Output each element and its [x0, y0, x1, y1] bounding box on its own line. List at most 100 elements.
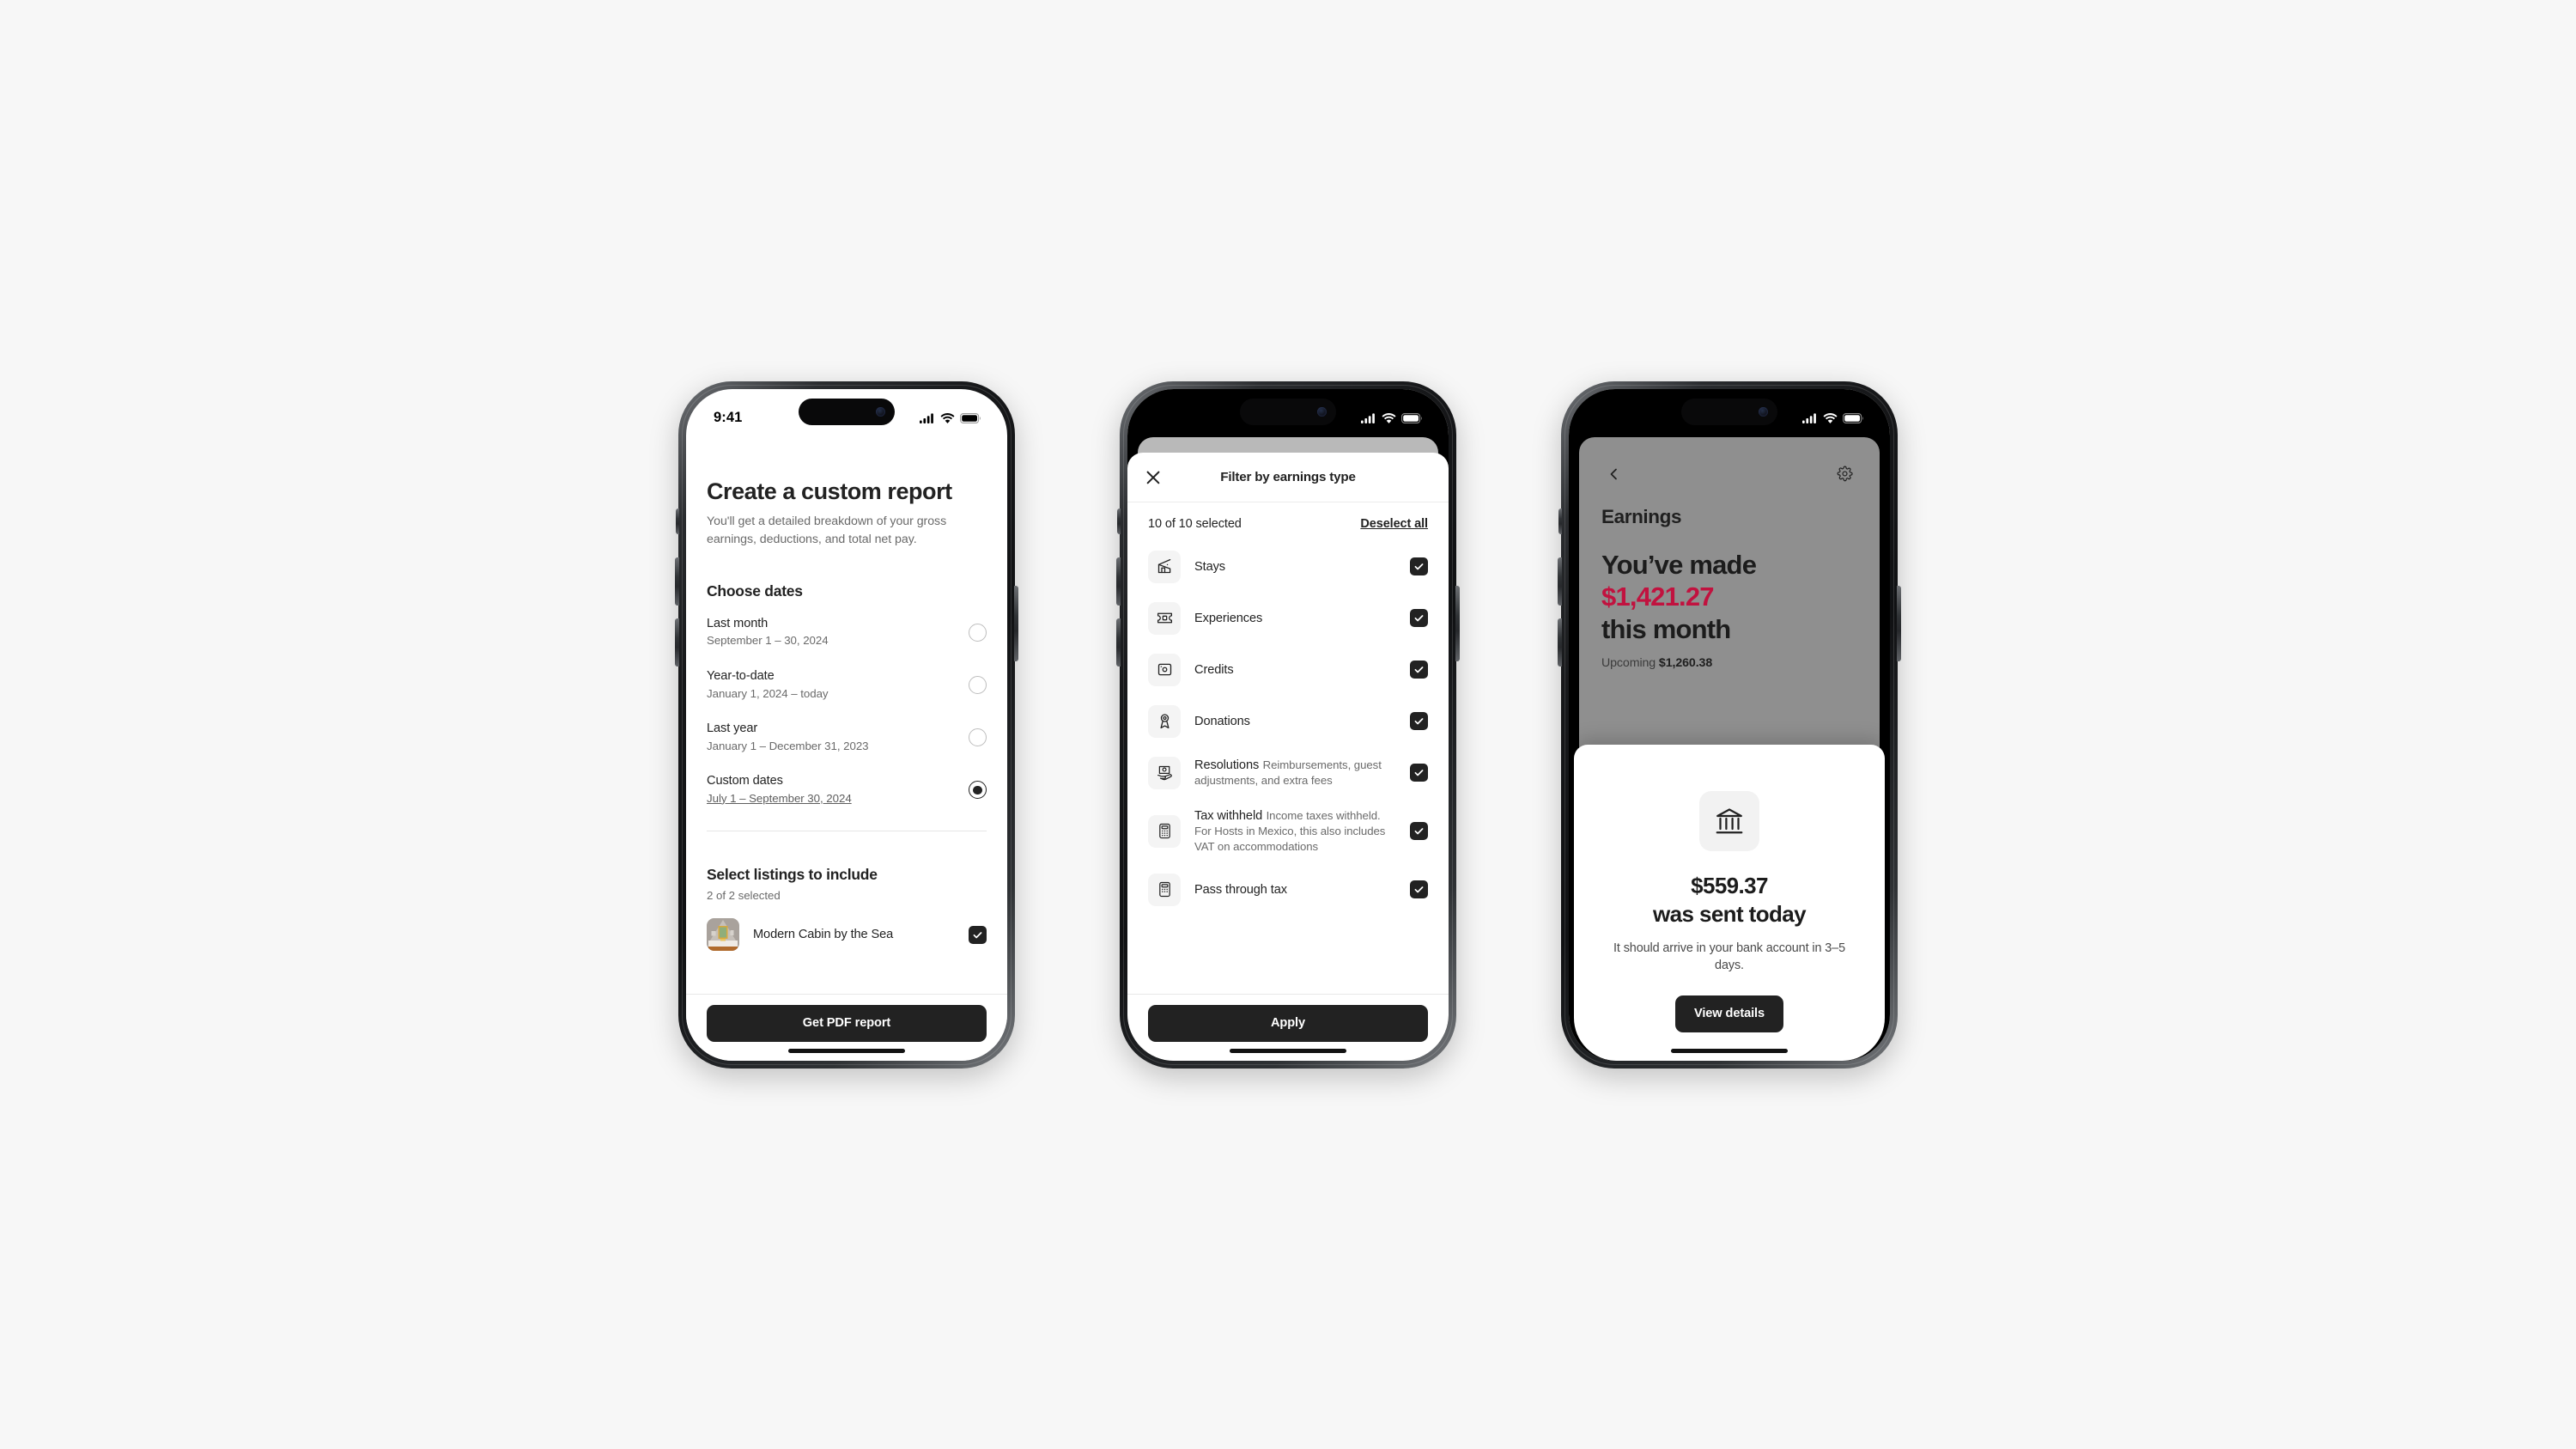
- front-camera-icon: [876, 406, 885, 417]
- page-title: Earnings: [1601, 505, 1682, 527]
- filter-checkbox[interactable]: [1410, 557, 1428, 575]
- filter-row-credits[interactable]: Credits: [1148, 644, 1428, 696]
- silent-switch[interactable]: [676, 508, 679, 534]
- sheet-header: Filter by earnings type: [1127, 453, 1449, 502]
- payout-note: It should arrive in your bank account in…: [1613, 941, 1845, 973]
- filter-row-donations[interactable]: Donations: [1148, 696, 1428, 747]
- selection-bar: 10 of 10 selected Deselect all: [1127, 502, 1449, 541]
- date-option-last-month[interactable]: Last month September 1 – 30, 2024: [707, 606, 987, 658]
- date-option-text: Last year January 1 – December 31, 2023: [707, 721, 869, 753]
- upcoming-earnings: Upcoming $1,260.38: [1601, 656, 1857, 670]
- close-icon[interactable]: [1145, 468, 1162, 485]
- date-option-year-to-date[interactable]: Year-to-date January 1, 2024 – today: [707, 658, 987, 710]
- get-pdf-report-button[interactable]: Get PDF report: [707, 1004, 987, 1042]
- filter-checkbox[interactable]: [1410, 880, 1428, 898]
- hand-receipt-icon: [1148, 756, 1181, 789]
- chevron-left-icon: [1610, 468, 1617, 479]
- volume-down-button[interactable]: [1558, 618, 1562, 667]
- upcoming-label: Upcoming: [1601, 655, 1656, 670]
- back-button[interactable]: [1601, 461, 1627, 487]
- apply-filters-button[interactable]: Apply: [1148, 1004, 1428, 1042]
- volume-up-button[interactable]: [1558, 557, 1562, 606]
- filter-row-experiences[interactable]: Experiences: [1148, 593, 1428, 644]
- volume-up-button[interactable]: [1116, 557, 1121, 606]
- filter-checkbox[interactable]: [1410, 822, 1428, 840]
- earnings-line-2: this month: [1601, 614, 1731, 645]
- filter-label: Credits: [1194, 662, 1234, 677]
- dynamic-island: [1240, 398, 1336, 425]
- filter-label: Experiences: [1194, 611, 1263, 625]
- dynamic-island: [799, 398, 895, 425]
- phone-3-screen: 9:41 Earnings You’ve made $1,421.27 this…: [1569, 388, 1890, 1061]
- filter-sheet: Filter by earnings type 10 of 10 selecte…: [1127, 452, 1449, 1061]
- calculator-icon: [1148, 814, 1181, 848]
- filter-checkbox[interactable]: [1410, 764, 1428, 782]
- view-details-button[interactable]: View details: [1674, 995, 1784, 1032]
- home-indicator[interactable]: [788, 1048, 905, 1053]
- filter-label: Tax withheld: [1194, 808, 1263, 823]
- radio-button[interactable]: [969, 728, 987, 747]
- filter-label: Donations: [1194, 714, 1250, 728]
- payout-summary: $559.37 was sent today: [1595, 872, 1864, 929]
- filter-row-stays[interactable]: Stays: [1148, 541, 1428, 593]
- date-option-last-year[interactable]: Last year January 1 – December 31, 2023: [707, 710, 987, 763]
- create-report-body: Create a custom report You'll get a deta…: [686, 478, 1007, 995]
- filter-row-pass-through-tax[interactable]: Pass through tax: [1148, 864, 1428, 916]
- power-button[interactable]: [1455, 585, 1460, 661]
- phone-2-frame: 9:41 Filter by earnings type 10 of 10 se…: [1116, 381, 1460, 1068]
- home-indicator[interactable]: [1671, 1048, 1788, 1053]
- silent-switch[interactable]: [1117, 508, 1121, 534]
- filter-label: Pass through tax: [1194, 882, 1287, 897]
- select-listings-heading: Select listings to include: [707, 866, 878, 884]
- filter-text: Tax withheld Income taxes withheld. For …: [1194, 808, 1396, 855]
- date-option-custom-dates[interactable]: Custom dates July 1 – September 30, 2024: [707, 763, 987, 815]
- deselect-all-button[interactable]: Deselect all: [1360, 517, 1428, 531]
- filter-row-resolutions[interactable]: Resolutions Reimbursements, guest adjust…: [1148, 747, 1428, 799]
- earnings-summary: You’ve made $1,421.27 this month: [1601, 549, 1857, 646]
- payout-amount: $559.37: [1691, 872, 1768, 898]
- page-title: Create a custom report: [707, 478, 952, 504]
- date-option-label: Last year: [707, 721, 758, 736]
- filter-checkbox[interactable]: [1410, 609, 1428, 627]
- radio-button[interactable]: [969, 624, 987, 642]
- date-option-label: Year-to-date: [707, 669, 775, 684]
- radio-button[interactable]: [969, 676, 987, 695]
- dynamic-island: [1681, 398, 1777, 425]
- custom-date-range-link[interactable]: July 1 – September 30, 2024: [707, 792, 852, 807]
- upcoming-amount: $1,260.38: [1658, 655, 1713, 670]
- listings-selected-count: 2 of 2 selected: [707, 889, 781, 903]
- date-option-label: Last month: [707, 616, 769, 630]
- payout-sheet: $559.37 was sent today It should arrive …: [1574, 744, 1885, 1061]
- filter-checkbox[interactable]: [1410, 712, 1428, 730]
- ribbon-icon: [1148, 704, 1181, 738]
- date-option-text: Year-to-date January 1, 2024 – today: [707, 669, 829, 701]
- calculator-icon: [1148, 873, 1181, 906]
- silent-switch[interactable]: [1558, 508, 1562, 534]
- page-subtitle: You'll get a detailed breakdown of your …: [707, 514, 947, 546]
- filter-list: Stays Experiences Credits Donations Reso…: [1127, 541, 1449, 916]
- listing-checkbox[interactable]: [969, 925, 987, 944]
- credit-card-icon: [1148, 653, 1181, 686]
- earnings-topbar: [1601, 461, 1857, 487]
- radio-button-selected[interactable]: [969, 781, 987, 800]
- date-option-desc: January 1 – December 31, 2023: [707, 739, 869, 752]
- filter-label: Stays: [1194, 559, 1225, 574]
- power-button[interactable]: [1014, 585, 1018, 661]
- filter-text: Stays: [1194, 559, 1396, 575]
- date-option-text: Custom dates July 1 – September 30, 2024: [707, 774, 852, 806]
- filter-row-tax-withheld[interactable]: Tax withheld Income taxes withheld. For …: [1148, 799, 1428, 864]
- power-button[interactable]: [1897, 585, 1901, 661]
- phone-1-screen: 9:41 Create a custom report You'll get a…: [686, 388, 1007, 1061]
- volume-down-button[interactable]: [675, 618, 679, 667]
- bank-icon: [1716, 807, 1743, 833]
- volume-down-button[interactable]: [1116, 618, 1121, 667]
- listing-row[interactable]: Modern Cabin by the Sea: [707, 904, 987, 951]
- date-option-desc: January 1, 2024 – today: [707, 686, 829, 700]
- volume-up-button[interactable]: [675, 557, 679, 606]
- date-option-text: Last month September 1 – 30, 2024: [707, 617, 829, 648]
- home-indicator[interactable]: [1230, 1048, 1346, 1053]
- filter-checkbox[interactable]: [1410, 661, 1428, 679]
- settings-button[interactable]: [1832, 461, 1857, 487]
- phone-1-frame: 9:41 Create a custom report You'll get a…: [675, 381, 1018, 1068]
- filter-text: Pass through tax: [1194, 882, 1396, 898]
